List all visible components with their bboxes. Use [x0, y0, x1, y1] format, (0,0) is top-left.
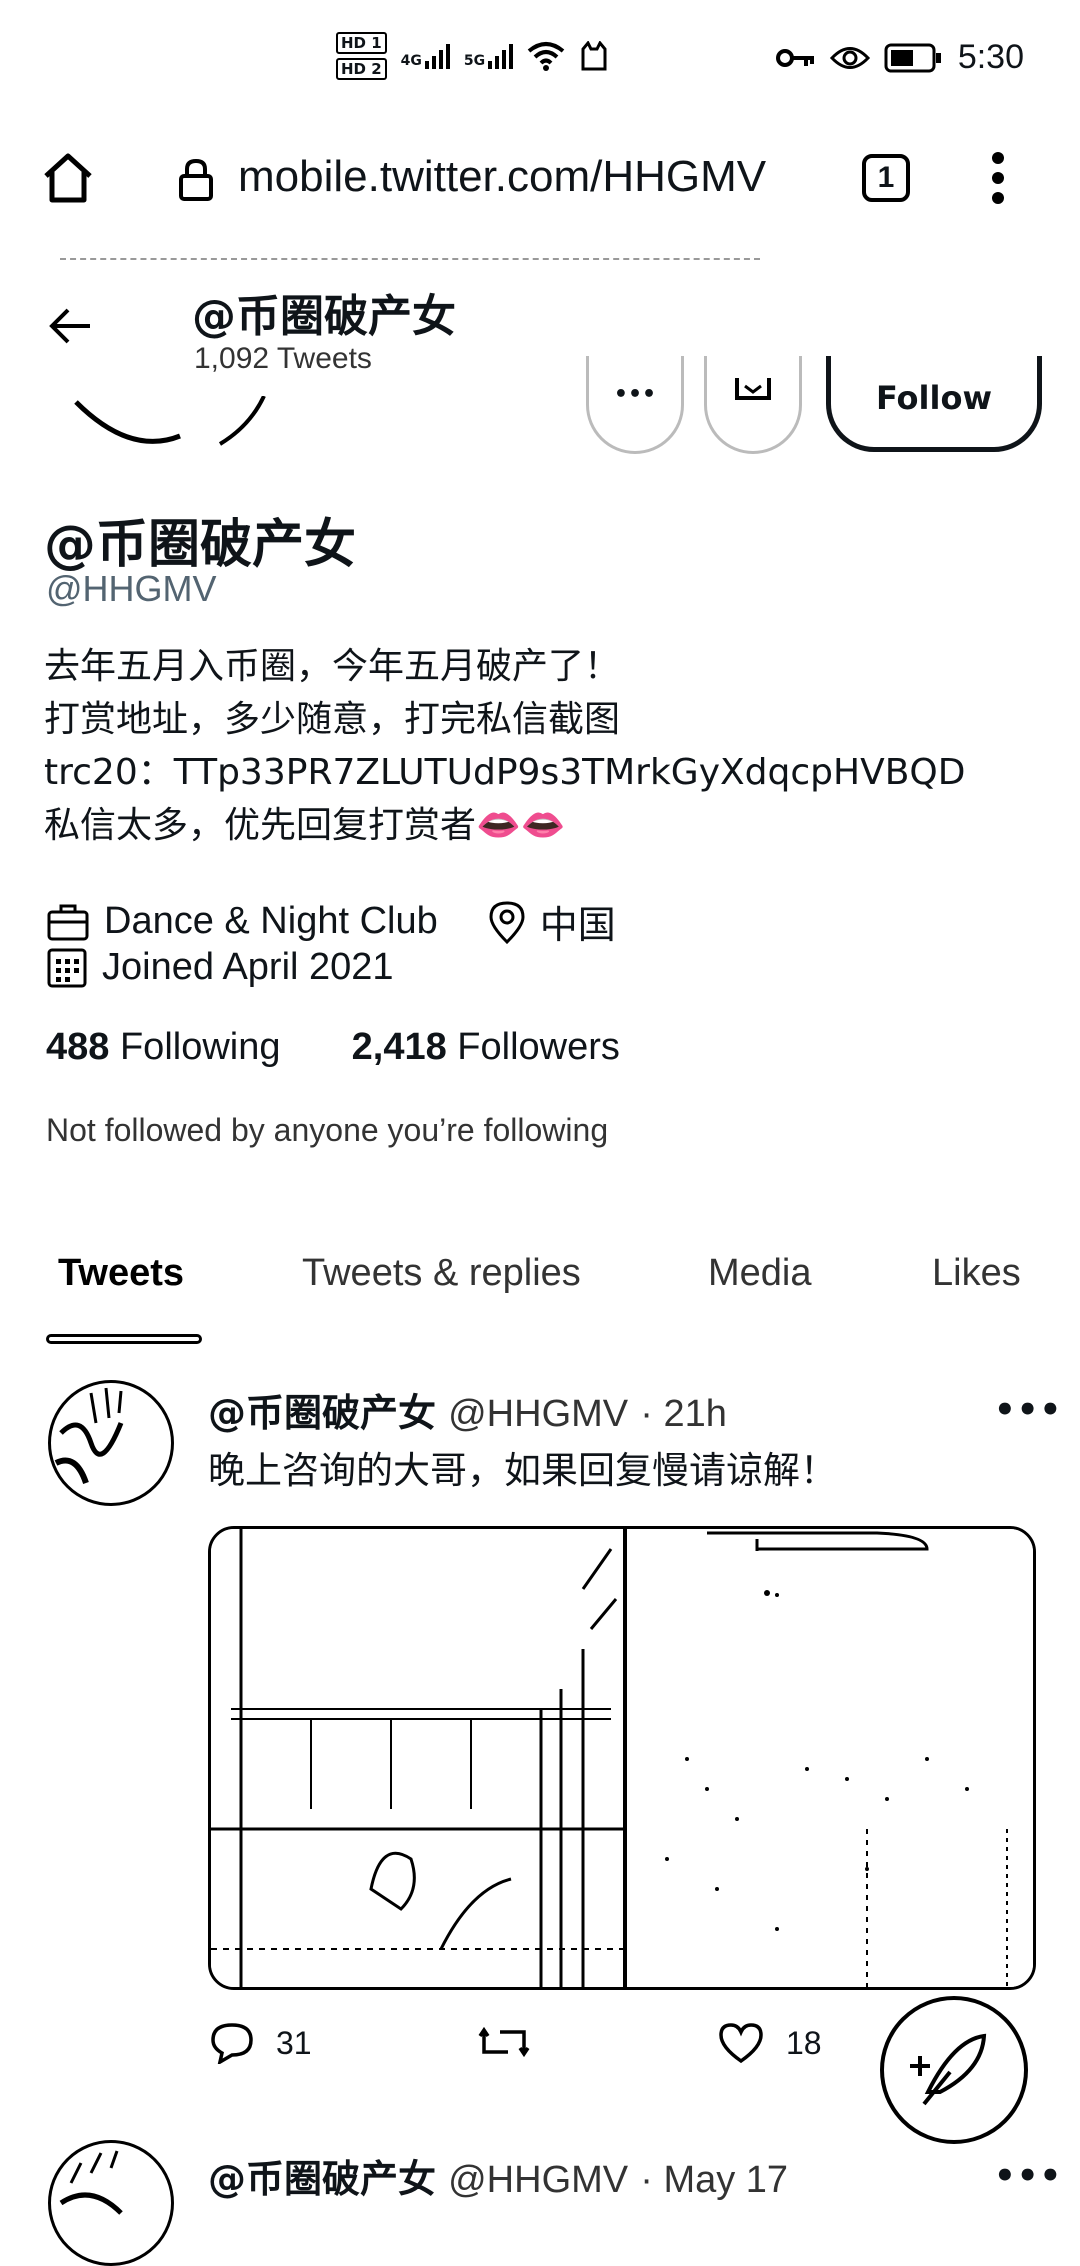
location-pin-icon	[489, 900, 525, 944]
followers-link[interactable]: 2,418 Followers	[352, 1026, 620, 1068]
home-button[interactable]	[40, 150, 96, 206]
status-bar: HD 1 HD 2 4G 5G 5:30	[0, 0, 1080, 120]
heart-icon	[719, 2023, 763, 2064]
more-options-button[interactable]: •••	[586, 356, 684, 454]
message-button[interactable]	[704, 356, 802, 454]
profile-name: @币圈破产女	[44, 515, 357, 575]
tweet-author-handle[interactable]: @HHGMV	[448, 1393, 628, 1435]
key-icon	[775, 48, 814, 67]
briefcase-icon	[47, 904, 89, 940]
header-profile-name: @币圈破产女	[192, 291, 456, 342]
kebab-menu-icon	[992, 152, 1004, 204]
bio-line: 打赏地址，多少随意，打完私信截图	[44, 699, 621, 740]
profile-meta-row: Dance & Night Club 中国	[46, 894, 616, 949]
clock: 5:30	[957, 38, 1024, 76]
like-count: 18	[786, 2024, 822, 2061]
profile-category: Dance & Night Club	[104, 900, 438, 942]
profile-handle: @HHGMV	[46, 568, 217, 609]
wifi-icon	[527, 42, 565, 71]
bio-line: 私信太多，优先回复打赏者👄👄	[44, 805, 566, 846]
tab-switcher-button[interactable]: 1	[862, 154, 910, 202]
more-icon: •••	[613, 382, 657, 407]
reply-icon	[211, 2023, 253, 2064]
more-icon: •••	[994, 2156, 1063, 2196]
tweet-media[interactable]	[208, 1526, 1036, 1990]
compose-tweet-button[interactable]	[880, 1996, 1028, 2144]
home-icon	[44, 153, 92, 203]
retweet-icon	[478, 2026, 530, 2058]
tweet-author-name[interactable]: @币圈破产女	[208, 1391, 436, 1435]
profile-bio: 去年五月入币圈，今年五月破产了！ 打赏地址，多少随意，打完私信截图 trc20：…	[44, 640, 1044, 852]
signal-bars-icon	[424, 43, 450, 69]
url-bar[interactable]: mobile.twitter.com/HHGMV	[238, 152, 786, 202]
bio-line: 去年五月入币圈，今年五月破产了！	[44, 646, 621, 687]
hd-badges: HD 1 HD 2	[336, 32, 387, 80]
compose-feather-icon	[910, 2033, 987, 2106]
tweet-photo-2[interactable]	[623, 1529, 1033, 1987]
bio-line: trc20：TTp33PR7ZLUTUdP9s3TMrkGyXdqcpHVBQD	[44, 752, 966, 793]
profile-location: 中国	[539, 905, 616, 947]
reply-action[interactable]: 31	[210, 2022, 312, 2064]
signal-5g: 5G	[464, 43, 514, 69]
reply-count: 31	[276, 2024, 312, 2061]
tweet-photo-1[interactable]	[211, 1529, 623, 1987]
battery-icon	[884, 43, 941, 72]
hd-badge-2: HD 2	[336, 58, 387, 80]
tab-likes[interactable]: Likes	[932, 1252, 1021, 1295]
tweet-text: 晚上咨询的大哥，如果回复慢请谅解！	[208, 1449, 837, 1492]
calendar-icon	[47, 948, 87, 987]
profile-joined: Joined April 2021	[102, 946, 394, 988]
tweet-author-handle[interactable]: @HHGMV	[448, 2159, 628, 2201]
not-followed-note: Not followed by anyone you’re following	[46, 1112, 609, 1148]
back-button[interactable]	[48, 306, 92, 346]
more-icon: •••	[994, 1390, 1063, 1430]
active-tab-indicator	[46, 1334, 202, 1344]
tweet-avatar[interactable]	[48, 2140, 174, 2266]
tweet-more-button[interactable]: •••	[994, 1390, 1062, 1430]
scroll-remnant	[60, 258, 760, 262]
tweet-author-name[interactable]: @币圈破产女	[208, 2157, 436, 2201]
retweet-action[interactable]	[478, 2022, 552, 2062]
follow-button[interactable]: Follow	[826, 356, 1042, 452]
signal-bars-icon	[488, 43, 514, 69]
follow-stats: 488 Following 2,418 Followers	[46, 1026, 620, 1069]
like-action[interactable]: 18	[718, 2022, 822, 2064]
message-icon	[735, 378, 771, 400]
cat-notification-icon	[581, 41, 607, 71]
tweet-header: @币圈破产女 @HHGMV · 21h	[208, 1382, 727, 1437]
tweet-time[interactable]: · May 17	[640, 2159, 788, 2201]
tweet-avatar[interactable]	[48, 1380, 174, 1506]
profile-joined-row: Joined April 2021	[46, 946, 394, 989]
status-left: HD 1 HD 2 4G 5G	[336, 32, 609, 80]
profile-avatar-partial[interactable]	[70, 396, 270, 446]
tab-tweets[interactable]: Tweets	[58, 1252, 184, 1295]
hd-badge-1: HD 1	[336, 32, 387, 54]
status-right: 5:30	[775, 38, 1024, 77]
signal-4g: 4G	[401, 43, 450, 69]
lock-icon	[179, 158, 213, 201]
eye-icon	[829, 46, 870, 69]
back-arrow-icon	[49, 308, 90, 344]
tweet-more-button[interactable]: •••	[994, 2156, 1062, 2196]
browser-menu-button[interactable]	[990, 150, 1006, 206]
following-link[interactable]: 488 Following	[46, 1026, 281, 1068]
secure-lock[interactable]	[178, 158, 214, 202]
header-tweet-count: 1,092 Tweets	[194, 342, 372, 375]
tab-media[interactable]: Media	[708, 1252, 812, 1295]
tab-tweets-replies[interactable]: Tweets & replies	[302, 1252, 581, 1295]
tweet-time[interactable]: · 21h	[640, 1393, 727, 1435]
tweet-header: @币圈破产女 @HHGMV · May 17	[208, 2148, 788, 2203]
